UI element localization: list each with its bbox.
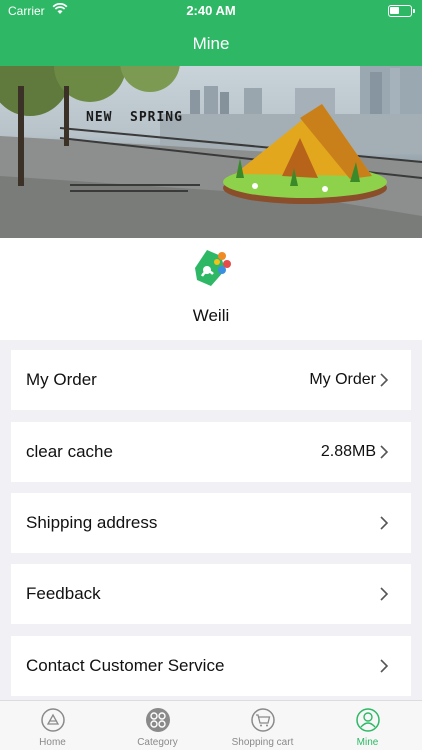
menu-item-label: Contact Customer Service bbox=[26, 656, 225, 675]
menu-item-shipping-address[interactable]: Shipping address bbox=[11, 493, 411, 553]
menu-item-label: My Order bbox=[26, 370, 97, 389]
banner-text-new: NEW bbox=[86, 110, 113, 125]
tab-label: Category bbox=[137, 737, 178, 748]
shopping-cart-icon bbox=[251, 708, 275, 732]
username: Weili bbox=[192, 306, 230, 325]
tab-label: Home bbox=[39, 737, 66, 748]
tab-label: Shopping cart bbox=[231, 737, 294, 748]
battery-icon bbox=[388, 5, 415, 17]
cache-size-value: 2.88MB bbox=[320, 443, 376, 460]
menu-item-label: Feedback bbox=[26, 584, 101, 603]
chevron-right-icon bbox=[380, 587, 389, 601]
tab-home[interactable]: Home bbox=[0, 701, 105, 750]
nav-bar: Mine bbox=[0, 22, 422, 66]
menu-item-label: clear cache bbox=[26, 442, 113, 461]
menu-item-my-order[interactable]: My Order My Order bbox=[11, 350, 411, 410]
mine-icon bbox=[356, 708, 380, 732]
menu-item-feedback[interactable]: Feedback bbox=[11, 564, 411, 624]
banner-image[interactable]: NEW SPRING bbox=[0, 66, 422, 238]
tab-mine[interactable]: Mine bbox=[315, 701, 420, 750]
menu-item-clear-cache[interactable]: clear cache 2.88MB bbox=[11, 422, 411, 482]
chevron-right-icon bbox=[380, 445, 389, 459]
tab-shopping-cart[interactable]: Shopping cart bbox=[210, 701, 315, 750]
banner-text-spring: SPRING bbox=[130, 110, 183, 125]
banner-illustration bbox=[0, 66, 422, 238]
tab-bar: Home Category Shopping cart Mine bbox=[0, 700, 422, 750]
status-bar: Carrier 2:40 AM bbox=[0, 0, 422, 22]
chevron-right-icon bbox=[380, 373, 389, 387]
status-time: 2:40 AM bbox=[186, 3, 236, 18]
category-icon bbox=[146, 708, 170, 732]
avatar[interactable] bbox=[189, 246, 233, 290]
chevron-right-icon bbox=[380, 516, 389, 530]
home-icon bbox=[41, 708, 65, 732]
menu-item-contact-customer-service[interactable]: Contact Customer Service bbox=[11, 636, 411, 696]
page-title: Mine bbox=[192, 34, 230, 53]
menu-item-label: Shipping address bbox=[26, 513, 158, 532]
profile-section: Weili bbox=[0, 238, 422, 340]
chevron-right-icon bbox=[380, 659, 389, 673]
menu-item-value: My Order bbox=[309, 371, 376, 388]
tab-category[interactable]: Category bbox=[105, 701, 210, 750]
tab-label: Mine bbox=[356, 737, 379, 748]
